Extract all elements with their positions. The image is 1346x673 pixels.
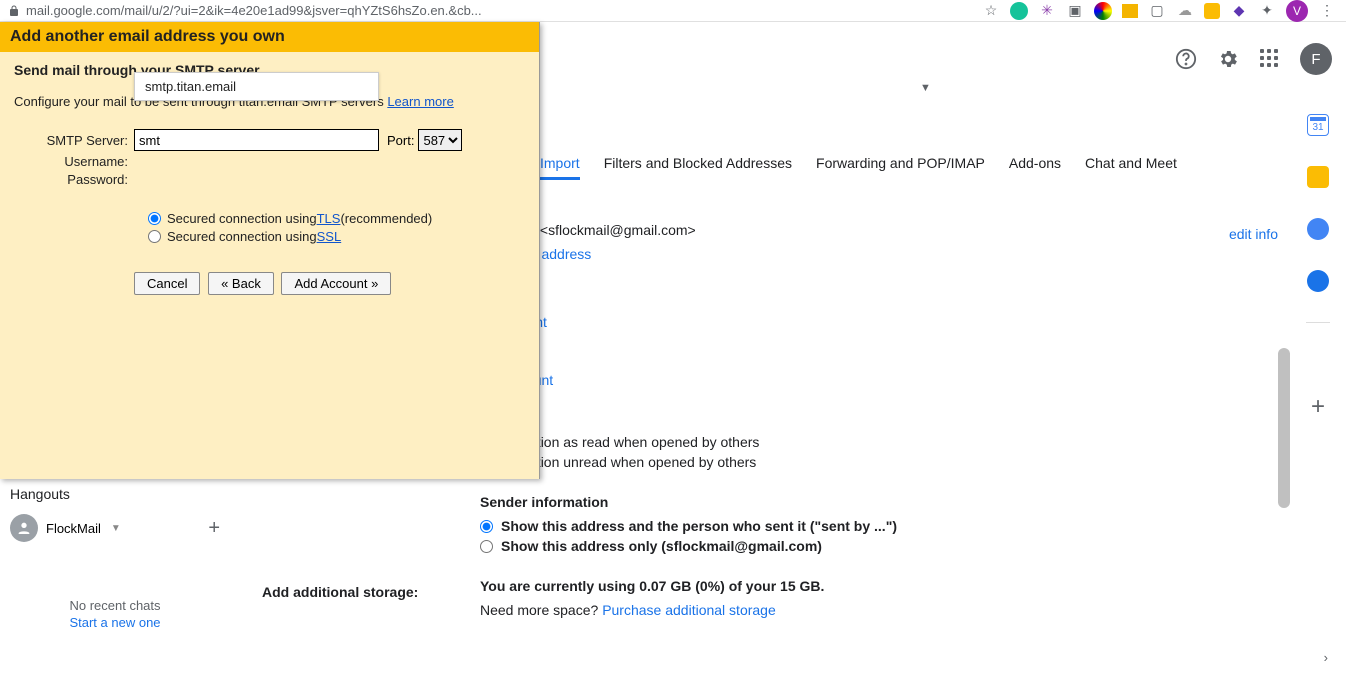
hangouts-add-icon[interactable]: + — [208, 517, 220, 540]
gear-icon[interactable] — [1216, 47, 1240, 71]
hangouts-avatar-icon — [10, 514, 38, 542]
browser-profile-avatar[interactable]: V — [1286, 0, 1308, 22]
ext-cloud-icon[interactable]: ☁ — [1176, 2, 1194, 20]
tls-radio-row[interactable]: Secured connection using TLS (recommende… — [148, 211, 525, 226]
settings-tabs: Import Filters and Blocked Addresses For… — [540, 155, 1177, 180]
add-email-popup: Add another email address you own Send m… — [0, 22, 540, 479]
add-account-button[interactable]: Add Account » — [281, 272, 391, 295]
ext-puzzle-icon[interactable]: ✦ — [1258, 2, 1276, 20]
back-button[interactable]: « Back — [208, 272, 274, 295]
ssl-link[interactable]: SSL — [317, 229, 342, 244]
port-select[interactable]: 587 — [418, 129, 462, 151]
ext-bee-icon[interactable] — [1204, 3, 1220, 19]
smtp-server-label: SMTP Server: — [14, 133, 134, 148]
port-label: Port: — [387, 133, 414, 148]
edit-info-link[interactable]: edit info — [1229, 226, 1278, 242]
addons-plus-icon[interactable]: + — [1311, 393, 1325, 421]
contacts-icon[interactable] — [1307, 270, 1329, 292]
account-avatar[interactable]: F — [1300, 43, 1332, 75]
sender-radio-2[interactable] — [480, 540, 493, 553]
ssl-radio-row[interactable]: Secured connection using SSL — [148, 229, 525, 244]
tasks-icon[interactable] — [1307, 218, 1329, 240]
sender-radio-1[interactable] — [480, 520, 493, 533]
calendar-icon[interactable]: 31 — [1307, 114, 1329, 136]
start-new-chat-link[interactable]: Start a new one — [0, 615, 230, 630]
ext-grammarly-icon[interactable] — [1010, 2, 1028, 20]
tab-forwarding[interactable]: Forwarding and POP/IMAP — [816, 155, 985, 180]
tls-link[interactable]: TLS — [317, 211, 341, 226]
browser-address-bar: mail.google.com/mail/u/2/?ui=2&ik=4e20e1… — [0, 0, 1346, 22]
hangouts-user-name: FlockMail — [46, 521, 101, 536]
smtp-autocomplete-suggestion[interactable]: smtp.titan.email — [134, 72, 379, 101]
tab-import[interactable]: Import — [540, 155, 580, 180]
ext-window-icon[interactable]: ▢ — [1148, 2, 1166, 20]
expand-panel-icon[interactable]: › — [1324, 650, 1328, 665]
extension-icons: ☆ ✳ ▣ ▢ ☁ ◆ ✦ V ⋮ — [982, 0, 1336, 22]
apps-grid-icon[interactable] — [1258, 47, 1282, 71]
purchase-storage-link[interactable]: Purchase additional storage — [602, 602, 776, 618]
popup-title: Add another email address you own — [0, 22, 539, 52]
hangouts-title: Hangouts — [0, 480, 230, 508]
ext-box-icon[interactable] — [1122, 4, 1138, 18]
learn-more-link[interactable]: Learn more — [387, 94, 453, 109]
sender-info-heading: Sender information — [480, 494, 608, 510]
keep-icon[interactable] — [1307, 166, 1329, 188]
star-icon[interactable]: ☆ — [982, 2, 1000, 20]
sender-option-2-text: Show this address only (sflockmail@gmail… — [501, 538, 822, 554]
sender-option-2-row[interactable]: Show this address only (sflockmail@gmail… — [480, 538, 1288, 554]
tab-chat[interactable]: Chat and Meet — [1085, 155, 1177, 180]
settings-content: l Support <sflockmail@gmail.com> edit in… — [480, 200, 1288, 626]
hangouts-panel: Hangouts FlockMail ▼ + No recent chats S… — [0, 480, 230, 630]
ext-color-icon[interactable] — [1094, 2, 1112, 20]
scrollbar[interactable] — [1278, 348, 1290, 508]
cancel-button[interactable]: Cancel — [134, 272, 200, 295]
storage-usage-text: You are currently using 0.07 GB (0%) of … — [480, 578, 824, 594]
tab-addons[interactable]: Add-ons — [1009, 155, 1061, 180]
ssl-radio[interactable] — [148, 230, 161, 243]
search-caret-icon[interactable]: ▼ — [920, 82, 931, 94]
ext-camera-icon[interactable]: ▣ — [1066, 2, 1084, 20]
ext-snowflake-icon[interactable]: ✳ — [1038, 2, 1056, 20]
help-icon[interactable] — [1174, 47, 1198, 71]
storage-section-label: Add additional storage: — [262, 584, 418, 600]
browser-menu-icon[interactable]: ⋮ — [1318, 2, 1336, 20]
sender-option-1-text: Show this address and the person who sen… — [501, 518, 897, 534]
sender-option-1-row[interactable]: Show this address and the person who sen… — [480, 518, 1288, 534]
tab-filters[interactable]: Filters and Blocked Addresses — [604, 155, 792, 180]
tls-radio[interactable] — [148, 212, 161, 225]
hangouts-user-row[interactable]: FlockMail ▼ + — [0, 508, 230, 548]
hangouts-caret-icon[interactable]: ▼ — [111, 523, 121, 534]
smtp-server-input[interactable] — [134, 129, 379, 151]
ext-diamond-icon[interactable]: ◆ — [1230, 2, 1248, 20]
side-panel: 31 + — [1290, 96, 1346, 421]
username-label: Username: — [14, 154, 134, 169]
no-recent-chats-text: No recent chats — [69, 598, 160, 613]
more-space-text: Need more space? — [480, 602, 602, 618]
lock-icon — [8, 5, 20, 17]
password-label: Password: — [14, 172, 134, 187]
